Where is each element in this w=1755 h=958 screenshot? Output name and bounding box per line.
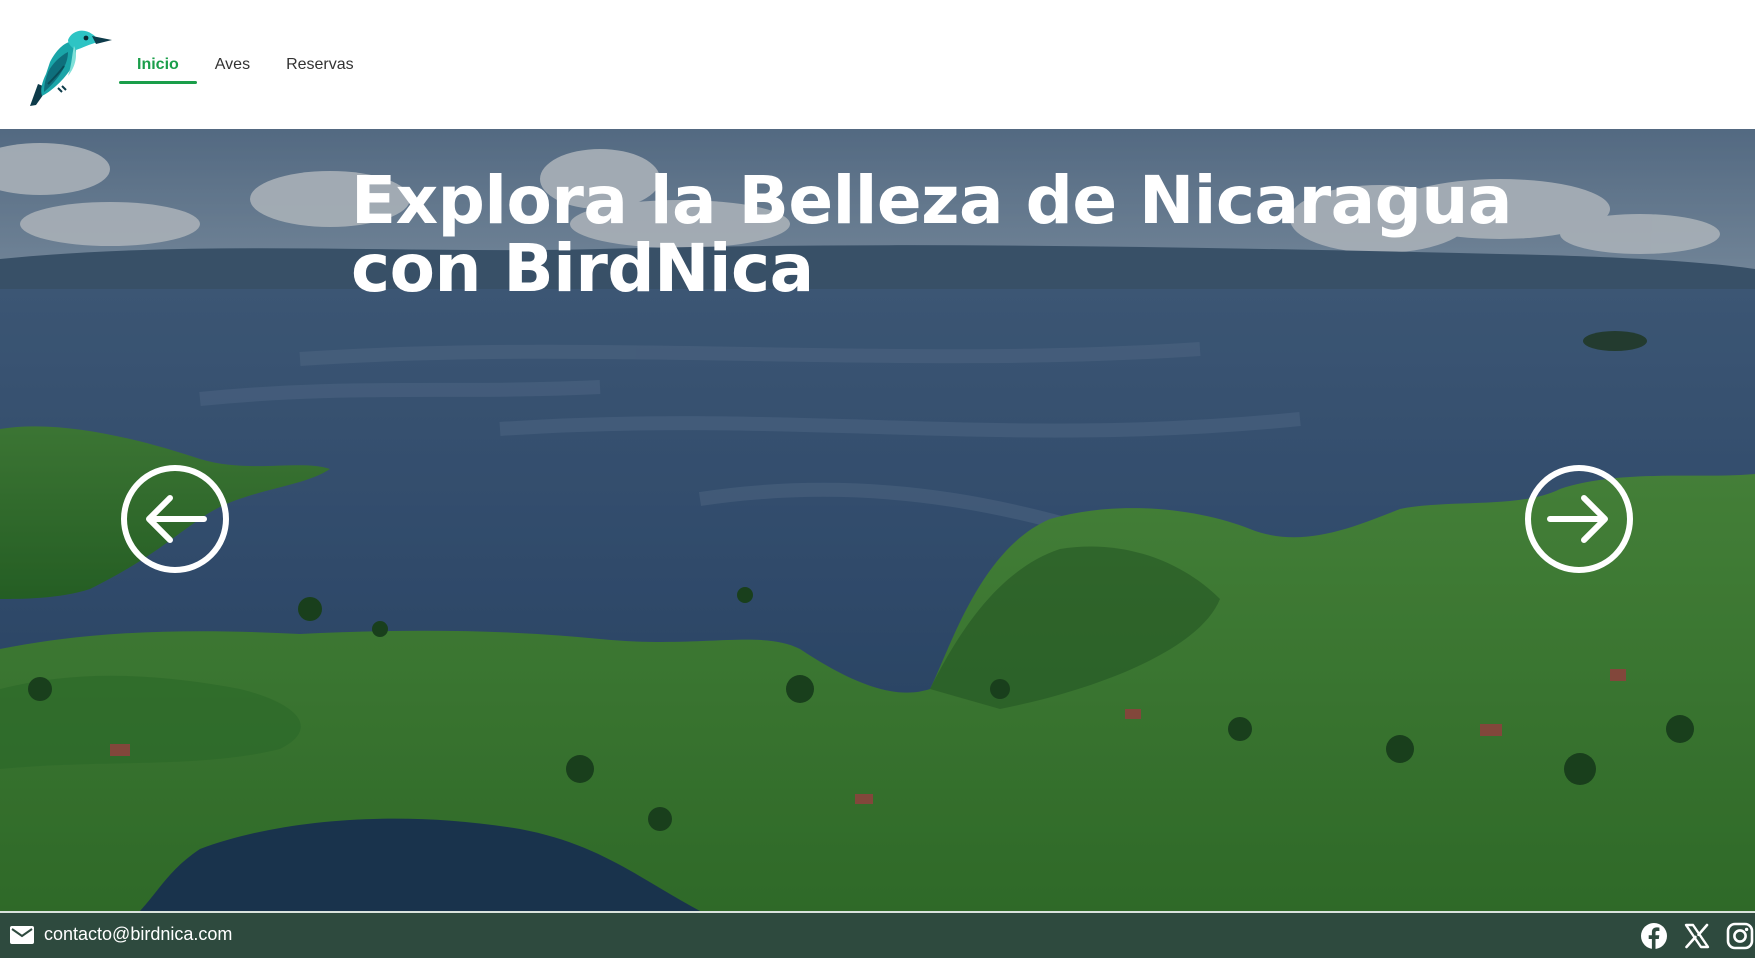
- carousel-prev-button[interactable]: [120, 464, 230, 574]
- site-header: Inicio Aves Reservas: [0, 0, 1755, 129]
- nav-item-reservas[interactable]: Reservas: [268, 50, 372, 84]
- arrow-right-circle-icon: [1525, 465, 1633, 573]
- contact-email[interactable]: contacto@birdnica.com: [10, 924, 232, 945]
- nav-item-aves[interactable]: Aves: [197, 50, 268, 84]
- main-nav: Inicio Aves Reservas: [119, 50, 372, 86]
- instagram-icon[interactable]: [1726, 922, 1754, 950]
- carousel-next-button[interactable]: [1524, 464, 1634, 574]
- hero-title-line1: Explora la Belleza de Nicaragua: [351, 162, 1512, 239]
- social-links: [1625, 922, 1755, 950]
- site-footer: contacto@birdnica.com: [0, 911, 1755, 958]
- hero-title-line2: con BirdNica: [351, 230, 814, 307]
- contact-email-text: contacto@birdnica.com: [44, 924, 233, 944]
- hero-title: Explora la Belleza de Nicaragua con Bird…: [351, 162, 1512, 307]
- kingfisher-logo-icon[interactable]: [28, 26, 112, 108]
- x-icon[interactable]: [1683, 922, 1711, 950]
- mail-icon: [10, 925, 34, 944]
- nav-item-inicio[interactable]: Inicio: [119, 50, 197, 84]
- hero-carousel: Explora la Belleza de Nicaragua con Bird…: [0, 129, 1755, 911]
- facebook-icon[interactable]: [1640, 922, 1668, 950]
- arrow-left-circle-icon: [121, 465, 229, 573]
